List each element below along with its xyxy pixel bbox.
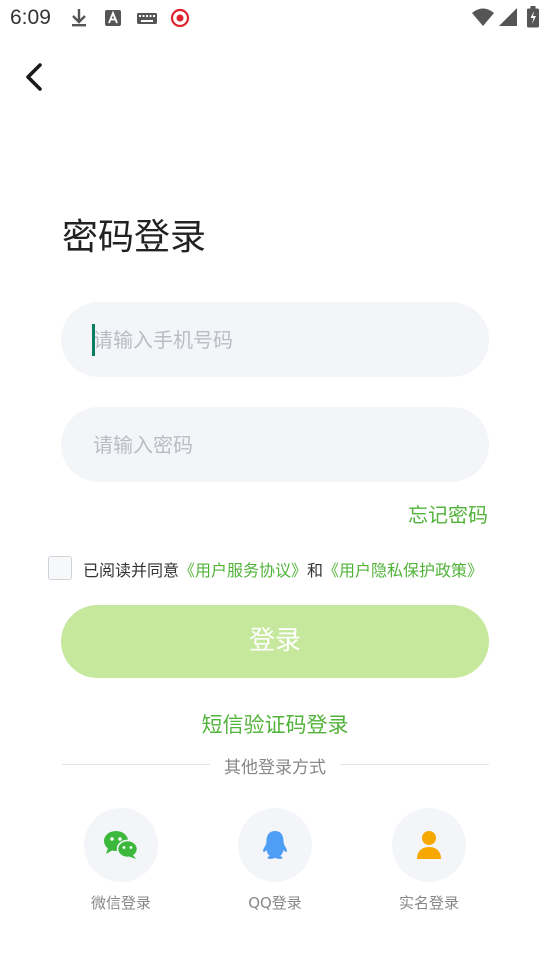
qq-login-button[interactable] bbox=[238, 808, 312, 882]
page-title: 密码登录 bbox=[62, 217, 207, 258]
battery-icon bbox=[527, 6, 539, 28]
real-name-login-label: 实名登录 bbox=[398, 894, 459, 912]
signal-icon bbox=[499, 8, 517, 26]
wechat-login-label: 微信登录 bbox=[90, 894, 151, 912]
agreement-checkbox[interactable] bbox=[48, 556, 72, 580]
password-field[interactable] bbox=[61, 407, 489, 482]
agreement-conjunction: 和 bbox=[307, 561, 324, 580]
other-login-divider-label: 其他登录方式 bbox=[224, 758, 326, 778]
sms-login-row: 短信验证码登录 bbox=[0, 709, 550, 739]
agreement-text: 已阅读并同意《用户服务协议》和《用户隐私保护政策》 bbox=[83, 557, 483, 581]
wechat-icon bbox=[104, 831, 139, 859]
forgot-password-link[interactable]: 忘记密码 bbox=[408, 499, 488, 528]
target-icon bbox=[170, 8, 190, 28]
agreement-prefix: 已阅读并同意 bbox=[83, 561, 180, 580]
download-icon bbox=[72, 9, 86, 27]
chevron-left-icon bbox=[26, 63, 42, 91]
sms-login-link[interactable]: 短信验证码登录 bbox=[202, 713, 349, 737]
wechat-login[interactable]: 微信登录 bbox=[61, 808, 181, 913]
text-caret bbox=[92, 324, 95, 356]
qq-icon bbox=[263, 831, 287, 859]
wifi-icon bbox=[472, 8, 494, 26]
login-button[interactable]: 登录 bbox=[61, 605, 489, 678]
real-name-login[interactable]: 实名登录 bbox=[369, 808, 489, 913]
phone-field[interactable] bbox=[61, 302, 489, 377]
text-a-icon bbox=[105, 10, 121, 26]
phone-input[interactable] bbox=[93, 302, 453, 377]
wechat-login-button[interactable] bbox=[84, 808, 158, 882]
person-icon bbox=[417, 831, 441, 859]
password-input[interactable] bbox=[93, 407, 453, 482]
qq-login[interactable]: QQ登录 bbox=[215, 808, 335, 913]
back-button[interactable] bbox=[20, 60, 50, 94]
qq-login-label: QQ登录 bbox=[248, 894, 302, 912]
status-bar: 6:09 bbox=[0, 0, 550, 36]
agreement-row: 已阅读并同意《用户服务协议》和《用户隐私保护政策》 bbox=[48, 555, 508, 581]
real-name-login-button[interactable] bbox=[392, 808, 466, 882]
user-agreement-link[interactable]: 《用户服务协议》 bbox=[179, 561, 307, 580]
keyboard-icon bbox=[137, 13, 157, 24]
status-time: 6:09 bbox=[10, 6, 51, 29]
privacy-policy-link[interactable]: 《用户隐私保护政策》 bbox=[323, 561, 483, 580]
